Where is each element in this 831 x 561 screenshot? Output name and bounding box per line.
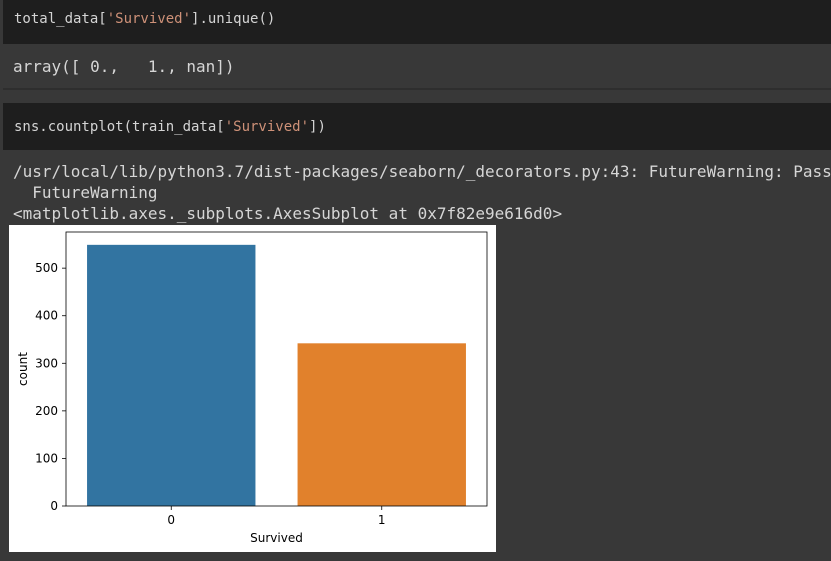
x-tick-label: 1 — [378, 513, 386, 527]
y-tick-label: 100 — [35, 451, 58, 465]
axes-repr-text: <matplotlib.axes._subplots.AxesSubplot a… — [13, 204, 563, 223]
code-text: ].unique() — [191, 11, 276, 27]
warning-text: /usr/local/lib/python3.7/dist-packages/s… — [13, 162, 831, 181]
code-text: sns.countplot(train_data[ — [14, 119, 225, 135]
code-cell-input[interactable]: total_data['Survived'].unique() — [3, 0, 831, 44]
code-text: total_data[ — [14, 11, 107, 27]
warning-category-text: FutureWarning — [13, 183, 158, 202]
y-tick-label: 400 — [35, 309, 58, 323]
output-text: array([ 0., 1., nan]) — [13, 57, 235, 76]
code-string: 'Survived' — [224, 119, 310, 135]
bar-1 — [297, 343, 466, 506]
x-axis-label: Survived — [250, 531, 303, 545]
code-text: ]) — [309, 119, 326, 135]
x-tick-label: 0 — [167, 513, 175, 527]
y-tick-label: 500 — [35, 261, 58, 275]
code-cell-input[interactable]: sns.countplot(train_data['Survived']) — [3, 103, 831, 150]
y-tick-label: 200 — [35, 404, 58, 418]
bar-0 — [87, 244, 256, 506]
divider — [3, 88, 831, 90]
code-string: 'Survived' — [106, 11, 192, 27]
y-tick-label: 0 — [50, 499, 58, 513]
y-tick-label: 300 — [35, 356, 58, 370]
code-cell-output: array([ 0., 1., nan]) — [3, 44, 831, 89]
code-line: sns.countplot(train_data['Survived']) — [14, 119, 326, 135]
code-line: total_data['Survived'].unique() — [14, 11, 275, 27]
chart-svg: 0 1 0 100 200 300 400 500 Survived count — [16, 231, 488, 545]
y-axis-label: count — [16, 352, 30, 386]
countplot-chart: 0 1 0 100 200 300 400 500 Survived count — [9, 225, 496, 552]
